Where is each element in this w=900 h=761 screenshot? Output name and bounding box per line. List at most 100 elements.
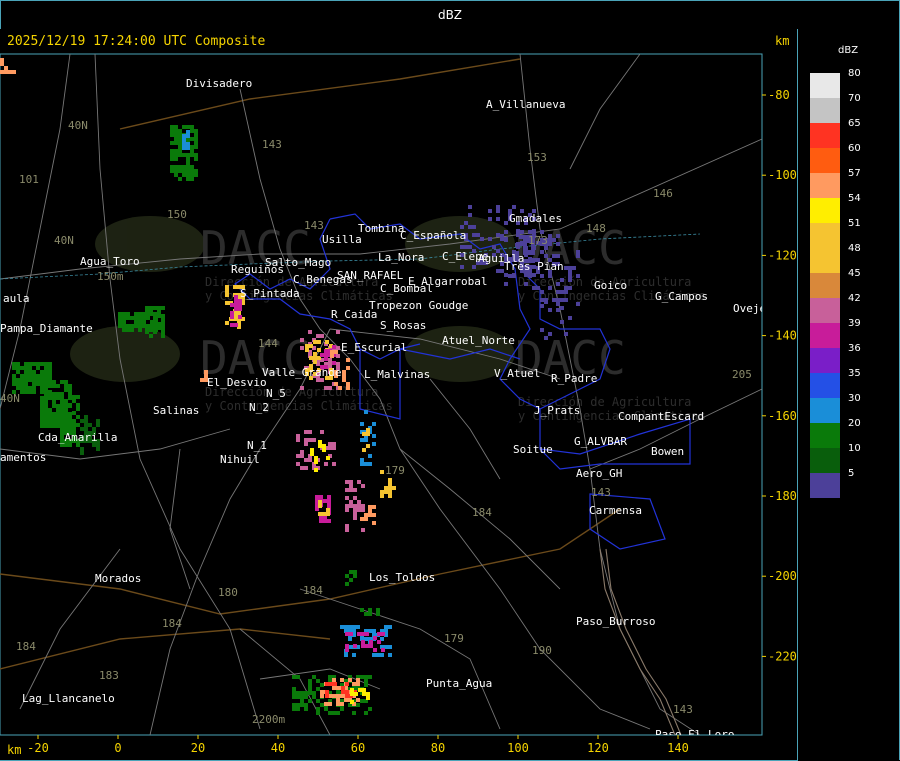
echo-pixel <box>44 366 48 370</box>
echo-pixel <box>161 334 165 338</box>
place-label: Nihuil <box>220 453 260 466</box>
echo-pixel <box>225 301 229 305</box>
echo-pixel <box>161 322 165 326</box>
echo-pixel <box>313 340 317 344</box>
echo-pixel <box>353 570 357 574</box>
echo-pixel <box>308 679 312 683</box>
echo-pixel <box>316 699 320 703</box>
echo-pixel <box>300 466 304 470</box>
echo-pixel <box>24 362 28 366</box>
echo-pixel <box>376 653 380 657</box>
echo-pixel <box>364 438 368 442</box>
echo-pixel <box>352 711 356 715</box>
color-scale-value: 5 <box>848 468 855 479</box>
echo-pixel <box>182 138 186 142</box>
echo-pixel <box>194 153 198 157</box>
radar-map[interactable]: DACC DACC DACC DACC Dirección de Agricul… <box>0 29 797 760</box>
echo-pixel <box>338 386 342 390</box>
echo-pixel <box>318 444 322 448</box>
echo-pixel <box>76 395 80 399</box>
x-tick-label: 60 <box>351 741 365 755</box>
echo-pixel <box>372 653 376 657</box>
echo-pixel <box>308 699 312 703</box>
echo-pixel <box>304 430 308 434</box>
echo-pixel <box>182 142 186 146</box>
echo-pixel <box>48 380 52 384</box>
echo-pixel <box>345 682 349 686</box>
color-scale-swatch <box>810 98 840 123</box>
echo-pixel <box>361 508 365 512</box>
echo-pixel <box>296 675 300 679</box>
echo-pixel <box>540 298 544 302</box>
place-label: Cda_Amarilla <box>38 431 117 444</box>
y-tick-label: -220 <box>768 649 797 663</box>
echo-pixel <box>527 251 531 255</box>
echo-pixel <box>40 370 44 374</box>
echo-pixel <box>72 395 76 399</box>
echo-pixel <box>366 696 370 700</box>
echo-pixel <box>72 399 76 403</box>
route-label: 143 <box>591 486 611 499</box>
echo-pixel <box>324 386 328 390</box>
echo-pixel <box>364 612 368 616</box>
x-tick-label: 140 <box>667 741 689 755</box>
echo-pixel <box>118 324 122 328</box>
y-tick-label: -120 <box>768 248 797 262</box>
echo-pixel <box>28 370 32 374</box>
place-label: SAN_RAFAEL <box>337 269 404 282</box>
echo-pixel <box>157 306 161 310</box>
echo-pixel <box>52 404 56 408</box>
echo-pixel <box>296 703 300 707</box>
echo-pixel <box>344 625 348 629</box>
echo-pixel <box>523 235 527 239</box>
echo-pixel <box>333 682 337 686</box>
x-tick-label: 20 <box>191 741 205 755</box>
color-scale-swatch <box>810 298 840 323</box>
color-scale-swatch <box>810 248 840 273</box>
echo-pixel <box>316 707 320 711</box>
echo-pixel <box>568 286 572 290</box>
echo-pixel <box>345 648 349 652</box>
echo-pixel <box>153 318 157 322</box>
color-scale-swatch <box>810 173 840 198</box>
echo-pixel <box>44 412 48 416</box>
echo-pixel <box>362 432 366 436</box>
echo-pixel <box>468 205 472 209</box>
echo-pixel <box>346 358 350 362</box>
echo-pixel <box>36 362 40 366</box>
echo-pixel <box>24 386 28 390</box>
echo-pixel <box>48 420 52 424</box>
echo-pixel <box>60 423 64 427</box>
echo-pixel <box>332 462 336 466</box>
echo-pixel <box>52 412 56 416</box>
echo-pixel <box>348 637 352 641</box>
color-scale-value: 42 <box>848 293 861 304</box>
route-label: 148 <box>586 222 606 235</box>
echo-pixel <box>190 149 194 153</box>
echo-pixel <box>56 392 60 396</box>
echo-pixel <box>178 177 182 181</box>
echo-pixel <box>190 153 194 157</box>
echo-pixel <box>349 632 353 636</box>
echo-pixel <box>44 374 48 378</box>
echo-pixel <box>353 512 357 516</box>
color-scale-swatch <box>810 73 840 98</box>
echo-pixel <box>48 374 52 378</box>
echo-pixel <box>138 312 142 316</box>
echo-pixel <box>357 480 361 484</box>
y-tick-label: -100 <box>768 168 797 182</box>
route-label: 40N <box>54 234 74 247</box>
echo-pixel <box>332 345 336 349</box>
window-title: dBZ <box>437 8 463 22</box>
echo-pixel <box>182 146 186 150</box>
echo-pixel <box>332 446 336 450</box>
echo-pixel <box>300 691 304 695</box>
echo-pixel <box>40 416 44 420</box>
echo-pixel <box>376 612 380 616</box>
echo-pixel <box>368 608 372 612</box>
echo-pixel <box>182 165 186 169</box>
echo-pixel <box>380 490 384 494</box>
echo-pixel <box>523 243 527 247</box>
place-label: C_Española <box>400 229 466 242</box>
place-label: Tombina <box>358 222 404 235</box>
